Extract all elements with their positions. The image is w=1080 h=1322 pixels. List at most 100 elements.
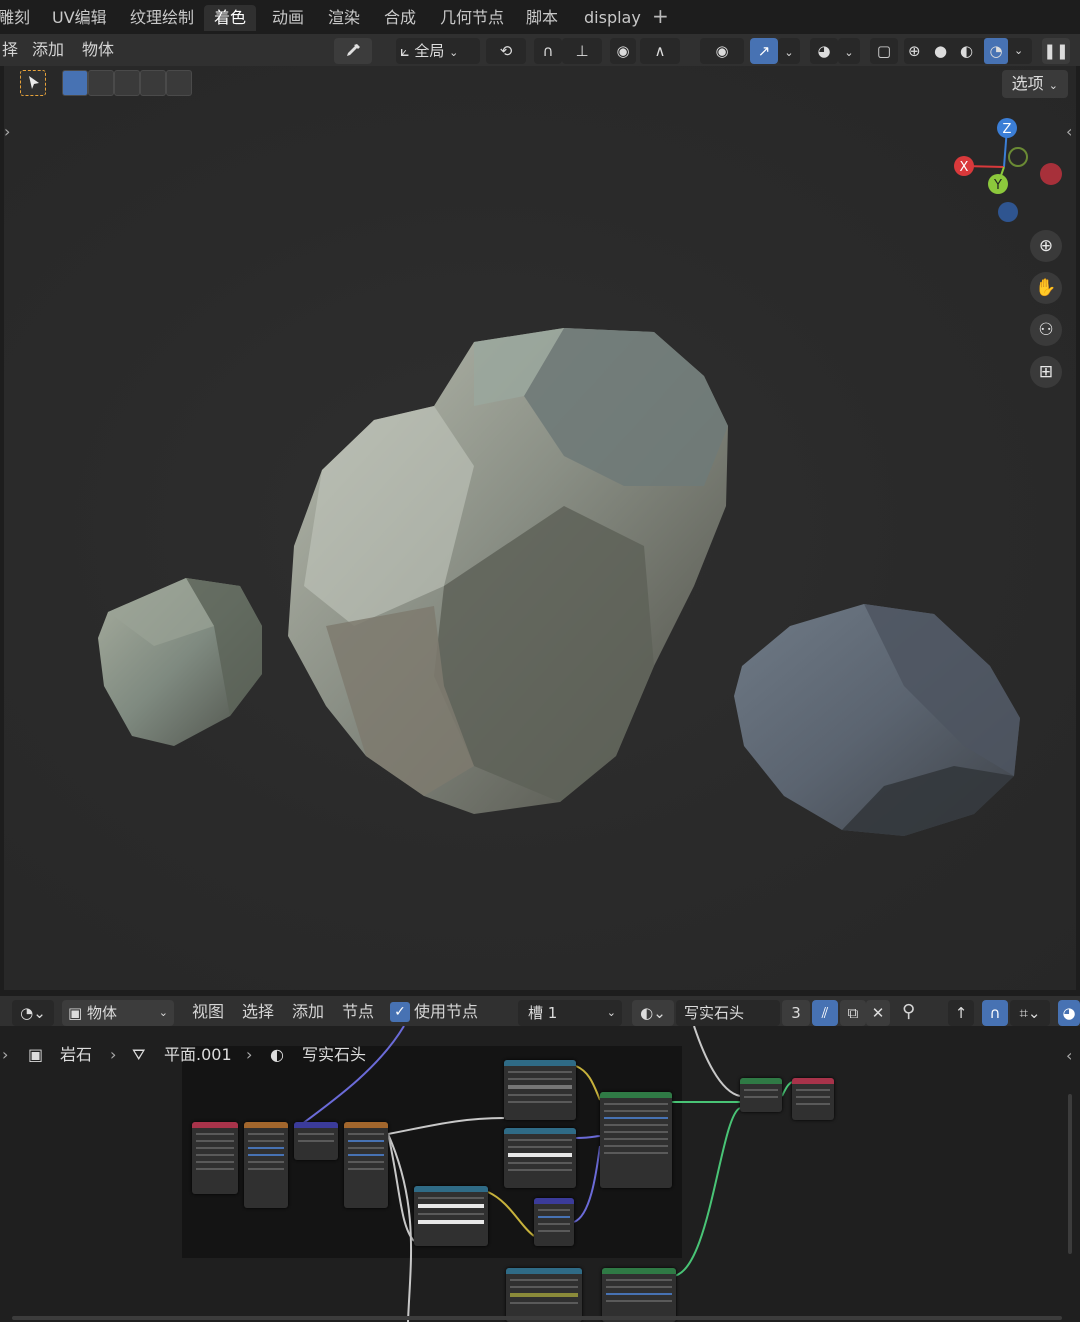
large-rock[interactable] bbox=[288, 328, 728, 814]
noise-texture-node[interactable] bbox=[344, 1122, 388, 1208]
snap-toggle[interactable]: ∩ bbox=[982, 1000, 1008, 1026]
snap-element-dropdown[interactable]: ⌗⌄ bbox=[1010, 1000, 1050, 1026]
pivot-icon: ⟲ bbox=[499, 42, 513, 60]
duplicate-icon: ⧉ bbox=[847, 1004, 859, 1022]
mapping-node[interactable] bbox=[244, 1122, 288, 1208]
eye-icon: ◉ bbox=[715, 42, 729, 60]
color-ramp-node-1[interactable] bbox=[504, 1060, 576, 1120]
tab-texture-paint[interactable]: 纹理绘制 bbox=[130, 5, 194, 31]
gizmo-dropdown[interactable]: ⌄ bbox=[778, 38, 800, 64]
principled-bsdf-node[interactable] bbox=[600, 1092, 672, 1188]
tab-animation[interactable]: 动画 bbox=[272, 5, 304, 31]
vector-math-node[interactable] bbox=[294, 1122, 338, 1160]
overlays-dropdown[interactable]: ⌄ bbox=[838, 38, 860, 64]
menu-object[interactable]: 物体 bbox=[82, 38, 114, 62]
material-sphere-icon: ◐⌄ bbox=[640, 1004, 666, 1022]
wireframe-shading-icon[interactable]: ⊕ bbox=[908, 38, 921, 64]
overlay-toggle[interactable]: ◕ bbox=[1058, 1000, 1080, 1026]
material-name-field[interactable]: 写实石头 bbox=[676, 1000, 780, 1026]
overlays-toggle[interactable]: ◕ bbox=[810, 38, 838, 64]
browse-material-button[interactable]: ◐⌄ bbox=[632, 1000, 674, 1026]
solid-shading-icon[interactable]: ● bbox=[934, 38, 947, 64]
editor-type-dropdown[interactable]: ◔⌄ bbox=[12, 1000, 54, 1026]
color-ramp-node-3[interactable] bbox=[414, 1186, 488, 1246]
chevron-down-icon: ⌄ bbox=[784, 46, 794, 59]
overlays-icon: ◕ bbox=[817, 42, 831, 60]
tab-uv-editing[interactable]: UV编辑 bbox=[52, 5, 107, 31]
tab-compositing[interactable]: 合成 bbox=[384, 5, 416, 31]
mesh-icon: ⛛ bbox=[132, 1045, 146, 1064]
menu-select[interactable]: 选择 bbox=[242, 1000, 274, 1024]
menu-view[interactable]: 视图 bbox=[192, 1000, 224, 1024]
transform-orientation-dropdown[interactable]: ⟀ 全局 ⌄ bbox=[396, 38, 480, 64]
material-slot-value: 槽 1 bbox=[528, 1004, 558, 1022]
color-ramp-node-4[interactable] bbox=[506, 1268, 582, 1322]
fake-user-button[interactable]: ⫽ bbox=[812, 1000, 838, 1026]
shader-type-label: 物体 bbox=[86, 1004, 117, 1022]
falloff-dropdown[interactable]: ∧ bbox=[640, 38, 680, 64]
workspace-tabs: 雕刻 UV编辑 纹理绘制 着色 动画 渲染 合成 几何节点 脚本 display… bbox=[0, 0, 1080, 36]
3d-viewport[interactable]: 选项 ⌄ › ‹ Z X Y ⊕ ✋ ⚇ ⊞ bbox=[4, 66, 1076, 990]
gizmo-icon: ↗ bbox=[757, 42, 771, 60]
vertical-scrollbar[interactable] bbox=[1068, 1094, 1072, 1254]
add-workspace-button[interactable]: + bbox=[652, 4, 669, 28]
close-icon: ✕ bbox=[871, 1004, 885, 1022]
material-preview-icon[interactable]: ◐ bbox=[960, 38, 973, 64]
chevron-down-icon: ⌄ bbox=[844, 46, 854, 59]
color-ramp-node-2[interactable] bbox=[504, 1128, 576, 1188]
pivot-point-dropdown[interactable]: ⟲ bbox=[486, 38, 526, 64]
node-sidebar-expand-arrow[interactable]: ‹ bbox=[1066, 1046, 1072, 1065]
snap-toggle[interactable]: ∩ bbox=[534, 38, 562, 64]
arrow-up-icon: ↑ bbox=[954, 1004, 968, 1022]
visibility-dropdown[interactable]: ◉ bbox=[700, 38, 744, 64]
use-nodes-checkbox[interactable]: ✓ bbox=[390, 1002, 410, 1022]
orientation-icon: ⟀ bbox=[400, 41, 410, 60]
users-count-value: 3 bbox=[791, 1004, 801, 1022]
pin-icon[interactable]: ⚲ bbox=[902, 1000, 915, 1024]
snap-target-dropdown[interactable]: ⊥ bbox=[562, 38, 602, 64]
breadcrumb-mesh[interactable]: 平面.001 bbox=[164, 1040, 232, 1070]
duplicate-material-button[interactable]: ⧉ bbox=[840, 1000, 866, 1026]
small-rock[interactable] bbox=[98, 578, 262, 746]
xray-toggle[interactable]: ▢ bbox=[870, 38, 898, 64]
material-name-value: 写实石头 bbox=[684, 1004, 745, 1022]
shader-type-dropdown[interactable]: ▣ 物体 ⌄ bbox=[62, 1000, 174, 1026]
gizmo-toggle[interactable]: ↗ bbox=[750, 38, 778, 64]
menu-add[interactable]: 添加 bbox=[292, 1000, 324, 1024]
proportional-editing-toggle[interactable]: ◉ bbox=[610, 38, 636, 64]
menu-add[interactable]: 添加 bbox=[32, 38, 64, 62]
chevron-down-icon[interactable]: ⌄ bbox=[1014, 38, 1023, 64]
tab-geometry-nodes[interactable]: 几何节点 bbox=[440, 5, 504, 31]
texture-coordinate-node[interactable] bbox=[192, 1122, 238, 1194]
menu-node[interactable]: 节点 bbox=[342, 1000, 374, 1024]
mix-shader-node[interactable] bbox=[740, 1078, 782, 1112]
breadcrumb-object[interactable]: 岩石 bbox=[60, 1040, 92, 1070]
breadcrumb-material[interactable]: 写实石头 bbox=[302, 1040, 366, 1070]
chevron-down-icon: ⌄ bbox=[158, 1006, 168, 1019]
fake-user-icon: ⫽ bbox=[821, 1004, 829, 1022]
horizontal-scrollbar[interactable] bbox=[12, 1316, 1062, 1320]
rendered-shading-icon[interactable]: ◔ bbox=[984, 38, 1008, 64]
principled-bsdf-node-2[interactable] bbox=[602, 1268, 676, 1322]
sidebar-toggle[interactable]: ❚❚ bbox=[1042, 38, 1070, 64]
eyedropper-button[interactable] bbox=[334, 38, 372, 64]
material-output-node[interactable] bbox=[792, 1078, 834, 1120]
material-users-count[interactable]: 3 bbox=[782, 1000, 810, 1026]
transform-orientation-value: 全局 bbox=[414, 42, 445, 60]
tab-display[interactable]: display bbox=[584, 5, 641, 31]
bump-node[interactable] bbox=[534, 1198, 574, 1246]
material-slot-dropdown[interactable]: 槽 1 ⌄ bbox=[518, 1000, 622, 1026]
node-editor-header: ◔⌄ ▣ 物体 ⌄ 视图 选择 添加 节点 ✓ 使用节点 槽 1 ⌄ ◐⌄ 写实… bbox=[0, 994, 1080, 1026]
proportional-icon: ◉ bbox=[616, 42, 630, 60]
tab-scripting[interactable]: 脚本 bbox=[526, 5, 558, 31]
dark-rock[interactable] bbox=[734, 604, 1020, 836]
parent-node-tree-button[interactable]: ↑ bbox=[948, 1000, 974, 1026]
unlink-material-button[interactable]: ✕ bbox=[866, 1000, 890, 1026]
falloff-curve-icon: ∧ bbox=[654, 42, 666, 60]
object-icon: ▣ bbox=[68, 1004, 83, 1022]
snap-grid-icon: ⌗⌄ bbox=[1019, 1004, 1041, 1022]
menu-select[interactable]: 择 bbox=[2, 38, 18, 62]
tab-rendering[interactable]: 渲染 bbox=[328, 5, 360, 31]
tab-sculpt[interactable]: 雕刻 bbox=[0, 5, 30, 31]
tab-shading[interactable]: 着色 bbox=[204, 5, 257, 31]
